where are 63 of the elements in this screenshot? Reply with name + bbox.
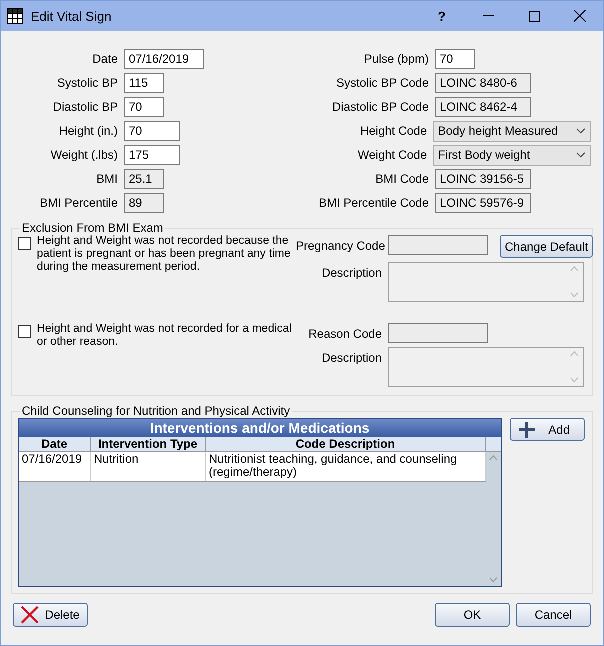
checkbox[interactable] — [18, 325, 31, 338]
field-label: Systolic BP — [56, 76, 119, 90]
chevron-down-icon — [576, 152, 586, 158]
close-icon — [574, 10, 586, 22]
field-label: Description — [320, 350, 383, 367]
field-label: Pregnancy Code — [296, 238, 386, 255]
grid-icon — [7, 8, 23, 24]
field-label: BMI Percentile Code — [318, 196, 430, 210]
group-title: Exclusion From BMI Exam — [21, 221, 164, 235]
column-header[interactable]: Date — [19, 437, 91, 451]
field-label: Height (in.) — [58, 124, 119, 138]
input-field[interactable]: 07/16/2019 — [124, 49, 204, 69]
table-cell: 07/16/2019 — [19, 452, 91, 481]
change-default-button[interactable]: Change Default — [500, 235, 594, 258]
input-field[interactable] — [388, 323, 488, 343]
field-label: Height Code — [359, 124, 428, 138]
ok-button[interactable]: OK — [435, 603, 510, 627]
input-field[interactable] — [388, 235, 488, 255]
group-title: Child Counseling for Nutrition and Physical Activity — [21, 404, 292, 418]
scroll-down-icon[interactable] — [570, 292, 579, 298]
field-label: Pulse (bpm) — [363, 52, 430, 66]
input-field[interactable]: 70 — [124, 97, 164, 117]
column-header[interactable]: Intervention Type — [91, 437, 206, 451]
input-field[interactable]: 70 — [435, 49, 475, 69]
table-cell: Nutrition — [91, 452, 206, 481]
field-label: BMI Code — [374, 172, 430, 186]
delete-icon — [21, 606, 40, 624]
scroll-up-icon[interactable] — [489, 455, 498, 461]
checkbox-label: Height and Weight was not recorded because the patient is pregnant or has been pregnant any time during the measurement period. — [37, 235, 292, 274]
maximize-icon — [528, 10, 540, 22]
scroll-up-icon[interactable] — [570, 266, 579, 272]
field-label: BMI Percentile — [38, 196, 119, 210]
window-title: Edit Vital Sign — [31, 8, 113, 24]
scroll-down-icon[interactable] — [489, 577, 498, 583]
grid-title: Interventions and/or Medications — [19, 419, 501, 437]
plus-icon — [519, 422, 535, 438]
scroll-down-icon[interactable] — [570, 377, 579, 383]
field-label: Diastolic BP — [52, 100, 119, 114]
field-label: BMI — [96, 172, 119, 186]
description-field[interactable] — [388, 347, 584, 387]
dropdown[interactable]: Body height Measured — [433, 120, 591, 142]
field-label: Weight (.lbs) — [50, 148, 119, 162]
delete-button[interactable]: Delete — [13, 603, 88, 627]
help-button[interactable]: ? — [419, 1, 465, 31]
input-field[interactable]: 70 — [124, 121, 180, 141]
chevron-down-icon — [576, 128, 586, 134]
field-label: Description — [320, 265, 383, 282]
scroll-up-icon[interactable] — [570, 351, 579, 357]
minimize-icon — [482, 15, 494, 17]
field-label: Reason Code — [308, 326, 383, 343]
checkbox-label: Height and Weight was not recorded for a medical or other reason. — [37, 323, 293, 349]
field-label: Diastolic BP Code — [332, 100, 430, 114]
description-field[interactable] — [388, 262, 584, 302]
input-field[interactable]: 115 — [124, 73, 164, 93]
add-button[interactable]: Add — [510, 418, 585, 441]
cancel-button[interactable]: Cancel — [516, 603, 591, 627]
field-label: Weight Code — [357, 148, 428, 162]
column-header[interactable]: Code Description — [206, 437, 486, 451]
field-label: Systolic BP Code — [336, 76, 430, 90]
dropdown[interactable]: First Body weight — [433, 144, 591, 166]
checkbox[interactable] — [18, 237, 31, 250]
field-label: Date — [92, 52, 119, 66]
input-field[interactable]: 175 — [124, 145, 180, 165]
